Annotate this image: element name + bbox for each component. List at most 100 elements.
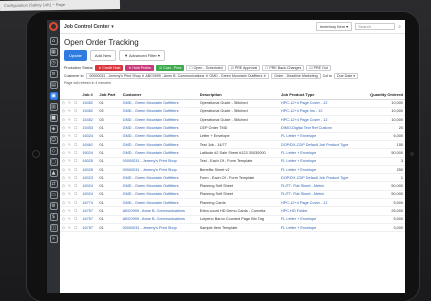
table-row[interactable]: ⎙ ✎ ☐ 16024 01 GMD - Green Mountain Outfitt…	[60, 181, 405, 191]
job-number-link[interactable]: 16757	[80, 206, 98, 216]
col-quantity[interactable]: Quantity Ordered	[362, 86, 405, 100]
table-row[interactable]: ⎙ ✎ ☐ 16024 01 GMD - Green Mountain Outfitt…	[60, 190, 405, 200]
folder-icon[interactable]: ■	[49, 114, 58, 122]
app-logo[interactable]	[49, 22, 58, 31]
table-row[interactable]: ⎙ ✎ ☐ 16757 01 00000031 - Jeremy's Print Sh…	[60, 223, 405, 233]
truck-icon[interactable]: ⇄	[49, 180, 58, 188]
job-number-link[interactable]: 16774	[80, 198, 98, 208]
print-icon[interactable]: ▭	[49, 191, 58, 199]
col-product-type[interactable]: Job Product Type	[278, 86, 363, 100]
search-icon[interactable]: ⌕	[398, 24, 401, 30]
row-action-icons[interactable]: ⎙ ✎ ☐	[60, 206, 81, 216]
add-new-button[interactable]: Add New	[89, 50, 117, 61]
row-action-icons[interactable]: ⎙ ✎ ☐	[60, 132, 81, 142]
product-type-link[interactable]: HPC-HD Folder	[278, 206, 363, 216]
table-row[interactable]: ⎙ ✎ ☐ 15453 01 GMD - Green Mountain Outfitt…	[60, 123, 405, 133]
table-row[interactable]: ⎙ ✎ ☐ 16757 01 ABC0999 - Anne B. Communicat…	[60, 215, 405, 224]
search-input[interactable]: Search	[355, 23, 396, 30]
table-row[interactable]: ⎙ ✎ ☐ 15452 01 GMD - Green Mountain Outfitt…	[60, 99, 405, 108]
chip-pre-out[interactable]: ☑ PRE Out	[306, 65, 331, 71]
app-menu-caret[interactable]: ▾	[111, 24, 114, 30]
row-action-icons[interactable]: ⎙ ✎ ☐	[60, 181, 81, 191]
col-description[interactable]: Description	[197, 86, 279, 100]
product-type-link[interactable]: DIMO-Digital Text Ref Custom	[278, 123, 363, 133]
customer-link[interactable]: GMD - Green Mountain Outfitters	[120, 173, 198, 183]
table-row[interactable]: ⎙ ✎ ☐ 16774 01 GMD - Green Mountain Outfitt…	[60, 198, 405, 208]
clock-icon[interactable]: ◷	[49, 59, 58, 67]
due-date-sort[interactable]: Due Date ▾	[334, 73, 359, 79]
product-type-link[interactable]: FL Letter + Envelope	[278, 148, 363, 158]
row-action-icons[interactable]: ⎙ ✎ ☐	[60, 157, 81, 166]
row-action-icons[interactable]: ⎙ ✎ ☐	[60, 140, 81, 150]
customer-link[interactable]: GMD - Green Mountain Outfitters	[120, 198, 198, 208]
job-number-link[interactable]: 16025	[80, 165, 98, 175]
product-type-link[interactable]: FL/FT- Flat Sheet - Metric	[278, 190, 363, 200]
ticket-icon[interactable]: ◫	[49, 224, 58, 232]
product-type-link[interactable]: FL Letter + Envelope	[278, 165, 363, 175]
product-type-link[interactable]: FL/FT- Flat Sheet - Metric	[278, 181, 363, 191]
advanced-filter-button[interactable]: ▼ Advanced Filter ▾	[119, 50, 165, 61]
table-row[interactable]: ⎙ ✎ ☐ 16025 01 00000031 - Jeremy's Print Sh…	[60, 157, 405, 166]
customer-link[interactable]: GMD - Green Mountain Outfitters	[120, 107, 198, 117]
customer-link[interactable]: GMD - Green Mountain Outfitters	[120, 181, 198, 191]
customer-link[interactable]: ABC0999 - Anne B. Communications	[120, 215, 198, 224]
job-number-link[interactable]: 16461	[80, 140, 98, 150]
chip-cust-prea[interactable]: ☑ Cust - Prea	[155, 65, 185, 71]
chip-pre-approval[interactable]: ☑ PRE Approval	[227, 65, 261, 71]
product-type-link[interactable]: HPC-12+4 Page Ins - 12	[278, 107, 363, 117]
table-row[interactable]: ⎙ ✎ ☐ 15452 03 GMD - Green Mountain Outfitt…	[60, 115, 405, 125]
row-action-icons[interactable]: ⎙ ✎ ☐	[60, 173, 81, 183]
job-number-link[interactable]: 16757	[80, 215, 98, 224]
row-action-icons[interactable]: ⎙ ✎ ☐	[60, 215, 81, 224]
row-action-icons[interactable]: ⎙ ✎ ☐	[60, 107, 81, 117]
dollar-icon[interactable]: $	[49, 213, 58, 221]
table-row[interactable]: ⎙ ✎ ☐ 15452 02 GMD - Green Mountain Outfitt…	[60, 107, 405, 117]
customer-link[interactable]: GMD - Green Mountain Outfitters	[120, 115, 198, 125]
box-icon[interactable]: ▢	[49, 158, 58, 166]
customer-link[interactable]: 00000031 - Jeremy's Print Shop	[120, 157, 198, 166]
customer-link[interactable]: GMD - Green Mountain Outfitters	[120, 140, 198, 150]
row-action-icons[interactable]: ⎙ ✎ ☐	[60, 223, 81, 233]
grid-icon[interactable]: ▦	[49, 48, 58, 56]
chip-open-scheduled[interactable]: ☐ Open - Scheduled	[186, 65, 226, 71]
settings-icon[interactable]: ⚙	[49, 202, 58, 210]
customer-link[interactable]: GMD - Green Mountain Outfitters	[120, 99, 198, 108]
col-job-number[interactable]: Job #	[80, 86, 98, 100]
product-type-link[interactable]: HPC-12+4 Page Cover - 12	[278, 99, 363, 108]
row-action-icons[interactable]: ⎙ ✎ ☐	[60, 115, 81, 125]
chip-credit-hold[interactable]: ✕ Credit Hold	[95, 65, 124, 71]
customer-link[interactable]: GMD - Green Mountain Outfitters	[120, 190, 198, 200]
row-action-icons[interactable]: ⎙ ✎ ☐	[60, 190, 81, 200]
tag-icon[interactable]: ◇	[49, 147, 58, 155]
product-type-link[interactable]: HPC-12+4 Page Cover - 12	[278, 115, 363, 125]
job-number-link[interactable]: 15452	[80, 107, 98, 117]
item-type-dropdown[interactable]: Inventory Item ▾	[315, 22, 353, 31]
customer-link[interactable]: 00000031 - Jeremy's Print Shop	[120, 223, 198, 233]
home-icon[interactable]: ⌂	[49, 37, 58, 45]
table-row[interactable]: ⎙ ✎ ☐ 16461 01 GMD - Green Mountain Outfitt…	[60, 140, 405, 150]
table-row[interactable]: ⎙ ✎ ☐ 16024 01 GMD - Green Mountain Outfitt…	[60, 148, 405, 158]
row-action-icons[interactable]: ⎙ ✎ ☐	[60, 123, 81, 133]
job-number-link[interactable]: 16024	[80, 132, 98, 142]
users-icon[interactable]: ☺	[49, 136, 58, 144]
job-number-link[interactable]: 16023	[80, 173, 98, 183]
product-type-link[interactable]: FL Letter + Envelope	[278, 157, 363, 166]
customer-link[interactable]: GMD - Green Mountain Outfitters	[120, 148, 198, 158]
product-type-link[interactable]: FL Letter + Envelope	[278, 223, 363, 233]
list-icon[interactable]: ≡	[49, 70, 58, 78]
job-number-link[interactable]: 16024	[80, 148, 98, 158]
row-action-icons[interactable]: ⎙ ✎ ☐	[60, 165, 81, 175]
job-number-link[interactable]: 16024	[80, 181, 98, 191]
order-filter[interactable]: Order - Deadline Marketing	[271, 73, 321, 79]
job-number-link[interactable]: 15453	[80, 123, 98, 133]
job-number-link[interactable]: 16757	[80, 223, 98, 233]
document-icon[interactable]: ▤	[49, 81, 58, 89]
table-row[interactable]: ⎙ ✎ ☐ 16023 01 GMD - Green Mountain Outfitt…	[60, 173, 405, 183]
app-title[interactable]: Job Control Center	[64, 24, 109, 30]
chart-icon[interactable]: ▲	[49, 169, 58, 177]
job-number-link[interactable]: 16025	[80, 157, 98, 166]
job-number-link[interactable]: 15452	[80, 99, 98, 108]
product-type-link[interactable]: HPC-12+4 Page Cover - 12	[278, 198, 363, 208]
shield-icon[interactable]: ◈	[49, 125, 58, 133]
inbox-icon[interactable]: ▥	[49, 103, 58, 111]
